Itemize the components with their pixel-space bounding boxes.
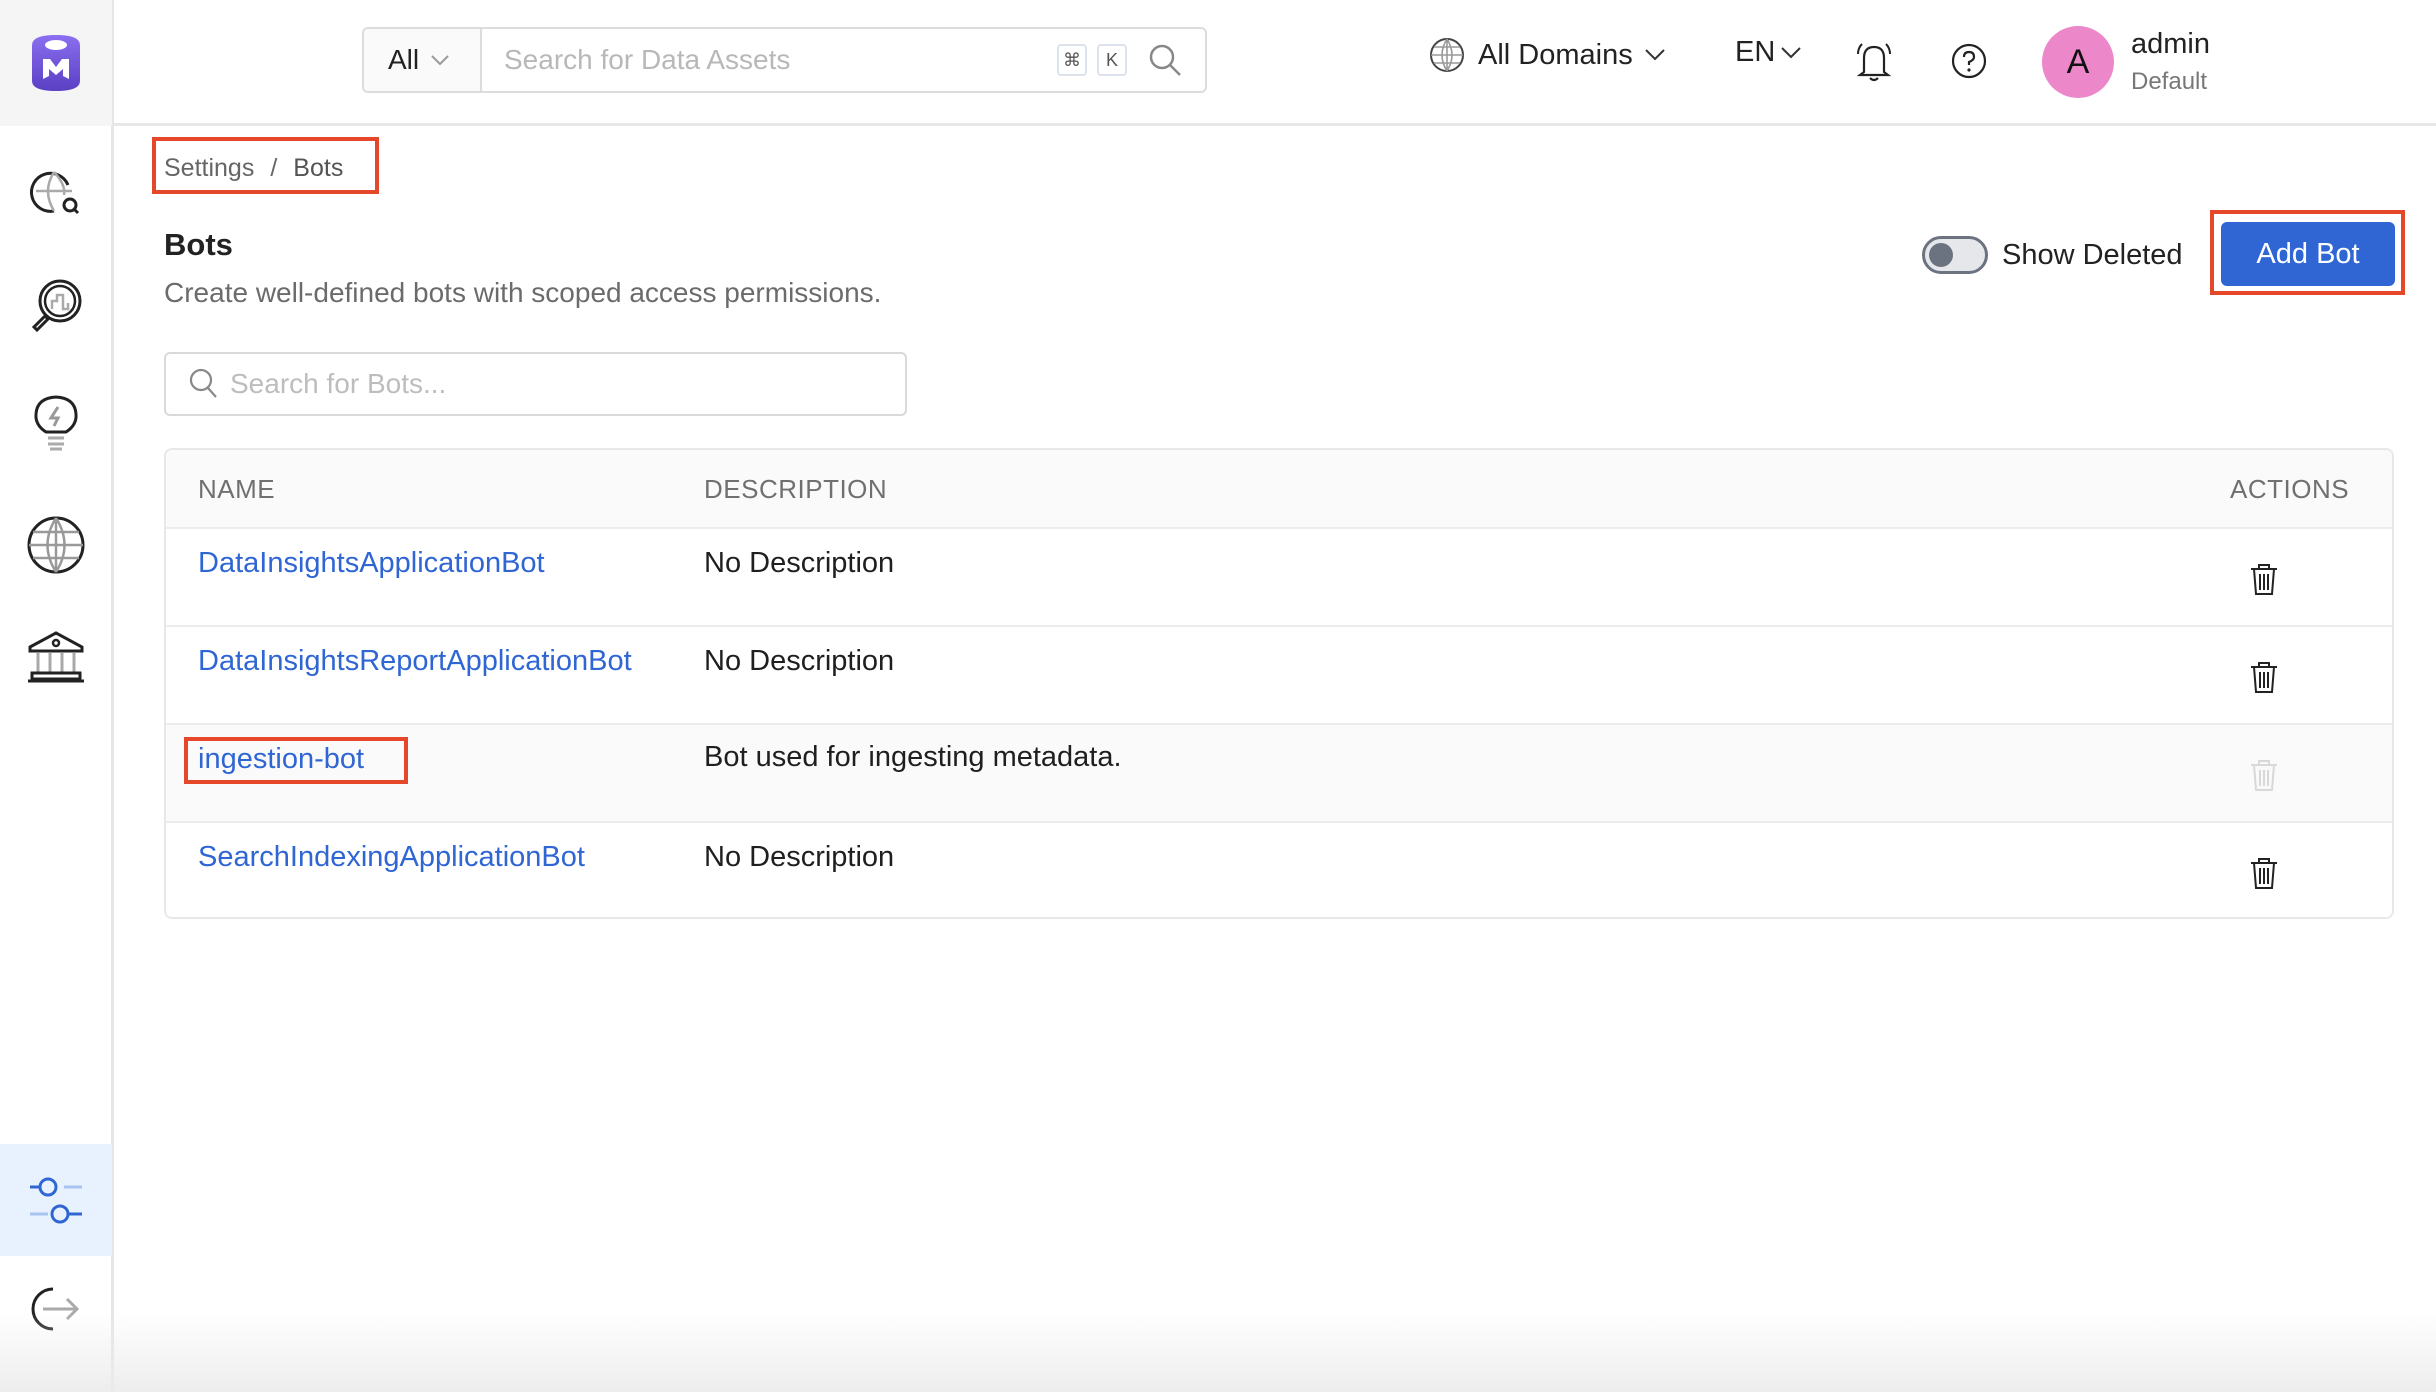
user-role: Default bbox=[2131, 68, 2208, 95]
domain-selector-label: All Domains bbox=[1478, 38, 1633, 71]
bank-building-icon bbox=[28, 631, 84, 683]
search-scope-select[interactable]: All bbox=[364, 29, 482, 91]
sidebar bbox=[0, 0, 114, 1392]
chevron-down-icon bbox=[431, 49, 449, 72]
global-search: All ⌘ K bbox=[362, 27, 1207, 93]
avatar-initial: A bbox=[2066, 42, 2090, 81]
bell-icon bbox=[1856, 43, 1892, 82]
sliders-icon bbox=[30, 1177, 82, 1224]
help-icon bbox=[1951, 43, 1987, 79]
search-scope-value: All bbox=[388, 44, 420, 75]
trash-icon bbox=[2251, 760, 2277, 791]
bot-description: No Description bbox=[704, 645, 895, 677]
logo[interactable] bbox=[0, 0, 112, 126]
chevron-down-icon bbox=[1781, 46, 1802, 58]
language-label: EN bbox=[1735, 36, 1776, 68]
bot-description: No Description bbox=[704, 841, 895, 873]
table-row: ingestion-bot Bot used for ingesting met… bbox=[166, 725, 2392, 823]
domain-selector[interactable]: All Domains bbox=[1428, 36, 1665, 74]
sidebar-item-insights[interactable] bbox=[0, 378, 112, 468]
add-bot-button[interactable]: Add Bot bbox=[2221, 222, 2395, 286]
bot-description: No Description bbox=[704, 547, 895, 579]
column-header-description: DESCRIPTION bbox=[704, 474, 888, 504]
table-header: NAME DESCRIPTION ACTIONS bbox=[166, 450, 2392, 529]
table-row: DataInsightsReportApplicationBot No Desc… bbox=[166, 627, 2392, 725]
column-header-name: NAME bbox=[198, 474, 276, 504]
sidebar-item-domains[interactable] bbox=[0, 500, 112, 590]
language-selector[interactable]: EN bbox=[1735, 36, 1802, 69]
breadcrumb-separator: / bbox=[270, 154, 278, 182]
openmetadata-logo-icon bbox=[32, 35, 80, 91]
column-header-actions: ACTIONS bbox=[2230, 474, 2350, 504]
chevron-down-icon bbox=[1645, 49, 1665, 61]
sidebar-item-settings[interactable] bbox=[0, 1144, 112, 1256]
bots-table: NAME DESCRIPTION ACTIONS DataInsightsApp… bbox=[164, 448, 2394, 919]
logout-icon bbox=[31, 1287, 80, 1331]
bot-name-link[interactable]: DataInsightsApplicationBot bbox=[198, 547, 545, 580]
magnifier-chart-icon bbox=[31, 279, 82, 333]
breadcrumb-bots: Bots bbox=[293, 154, 344, 182]
page-title: Bots bbox=[164, 227, 233, 262]
global-search-input[interactable] bbox=[482, 29, 1057, 91]
search-icon bbox=[189, 368, 217, 398]
search-icon[interactable] bbox=[1145, 40, 1185, 80]
toggle-knob bbox=[1929, 243, 1953, 267]
globe-search-icon bbox=[30, 171, 80, 215]
trash-icon bbox=[2251, 564, 2277, 595]
globe-icon bbox=[27, 516, 85, 574]
delete-bot-button[interactable] bbox=[2244, 655, 2284, 699]
bot-search bbox=[164, 352, 907, 416]
k-key-hint: K bbox=[1097, 44, 1127, 76]
table-row: DataInsightsApplicationBot No Descriptio… bbox=[166, 529, 2392, 627]
notifications-button[interactable] bbox=[1855, 40, 1893, 82]
sidebar-item-logout[interactable] bbox=[0, 1264, 112, 1354]
table-row: SearchIndexingApplicationBot No Descript… bbox=[166, 823, 2392, 917]
show-deleted-label: Show Deleted bbox=[2002, 238, 2183, 271]
bot-name-link[interactable]: SearchIndexingApplicationBot bbox=[198, 841, 585, 874]
top-header: All ⌘ K All Domains EN bbox=[114, 0, 2436, 126]
delete-bot-button[interactable] bbox=[2244, 557, 2284, 601]
trash-icon bbox=[2251, 858, 2277, 889]
command-key-icon: ⌘ bbox=[1057, 44, 1087, 76]
trash-icon bbox=[2251, 662, 2277, 693]
show-deleted-toggle[interactable]: Show Deleted bbox=[1922, 236, 2183, 274]
bot-name-link[interactable]: DataInsightsReportApplicationBot bbox=[198, 645, 632, 678]
user-avatar[interactable]: A bbox=[2042, 26, 2114, 98]
page-subtitle: Create well-defined bots with scoped acc… bbox=[164, 277, 882, 308]
user-name: admin bbox=[2131, 28, 2210, 60]
delete-bot-button[interactable] bbox=[2244, 851, 2284, 895]
sidebar-item-explore[interactable] bbox=[0, 148, 112, 238]
sidebar-item-data-quality[interactable] bbox=[0, 260, 112, 350]
sidebar-item-governance[interactable] bbox=[0, 612, 112, 702]
globe-icon bbox=[1430, 38, 1464, 72]
delete-bot-button-disabled bbox=[2244, 753, 2284, 797]
breadcrumb: Settings / Bots bbox=[164, 154, 343, 183]
toggle-switch[interactable] bbox=[1922, 236, 1988, 274]
bot-name-link[interactable]: ingestion-bot bbox=[198, 743, 364, 776]
bottom-fade bbox=[0, 1312, 2436, 1392]
bot-description: Bot used for ingesting metadata. bbox=[704, 741, 1122, 773]
help-button[interactable] bbox=[1950, 42, 1988, 80]
bot-search-input[interactable] bbox=[230, 368, 905, 400]
lightbulb-icon bbox=[34, 395, 78, 451]
breadcrumb-settings[interactable]: Settings bbox=[164, 154, 254, 183]
